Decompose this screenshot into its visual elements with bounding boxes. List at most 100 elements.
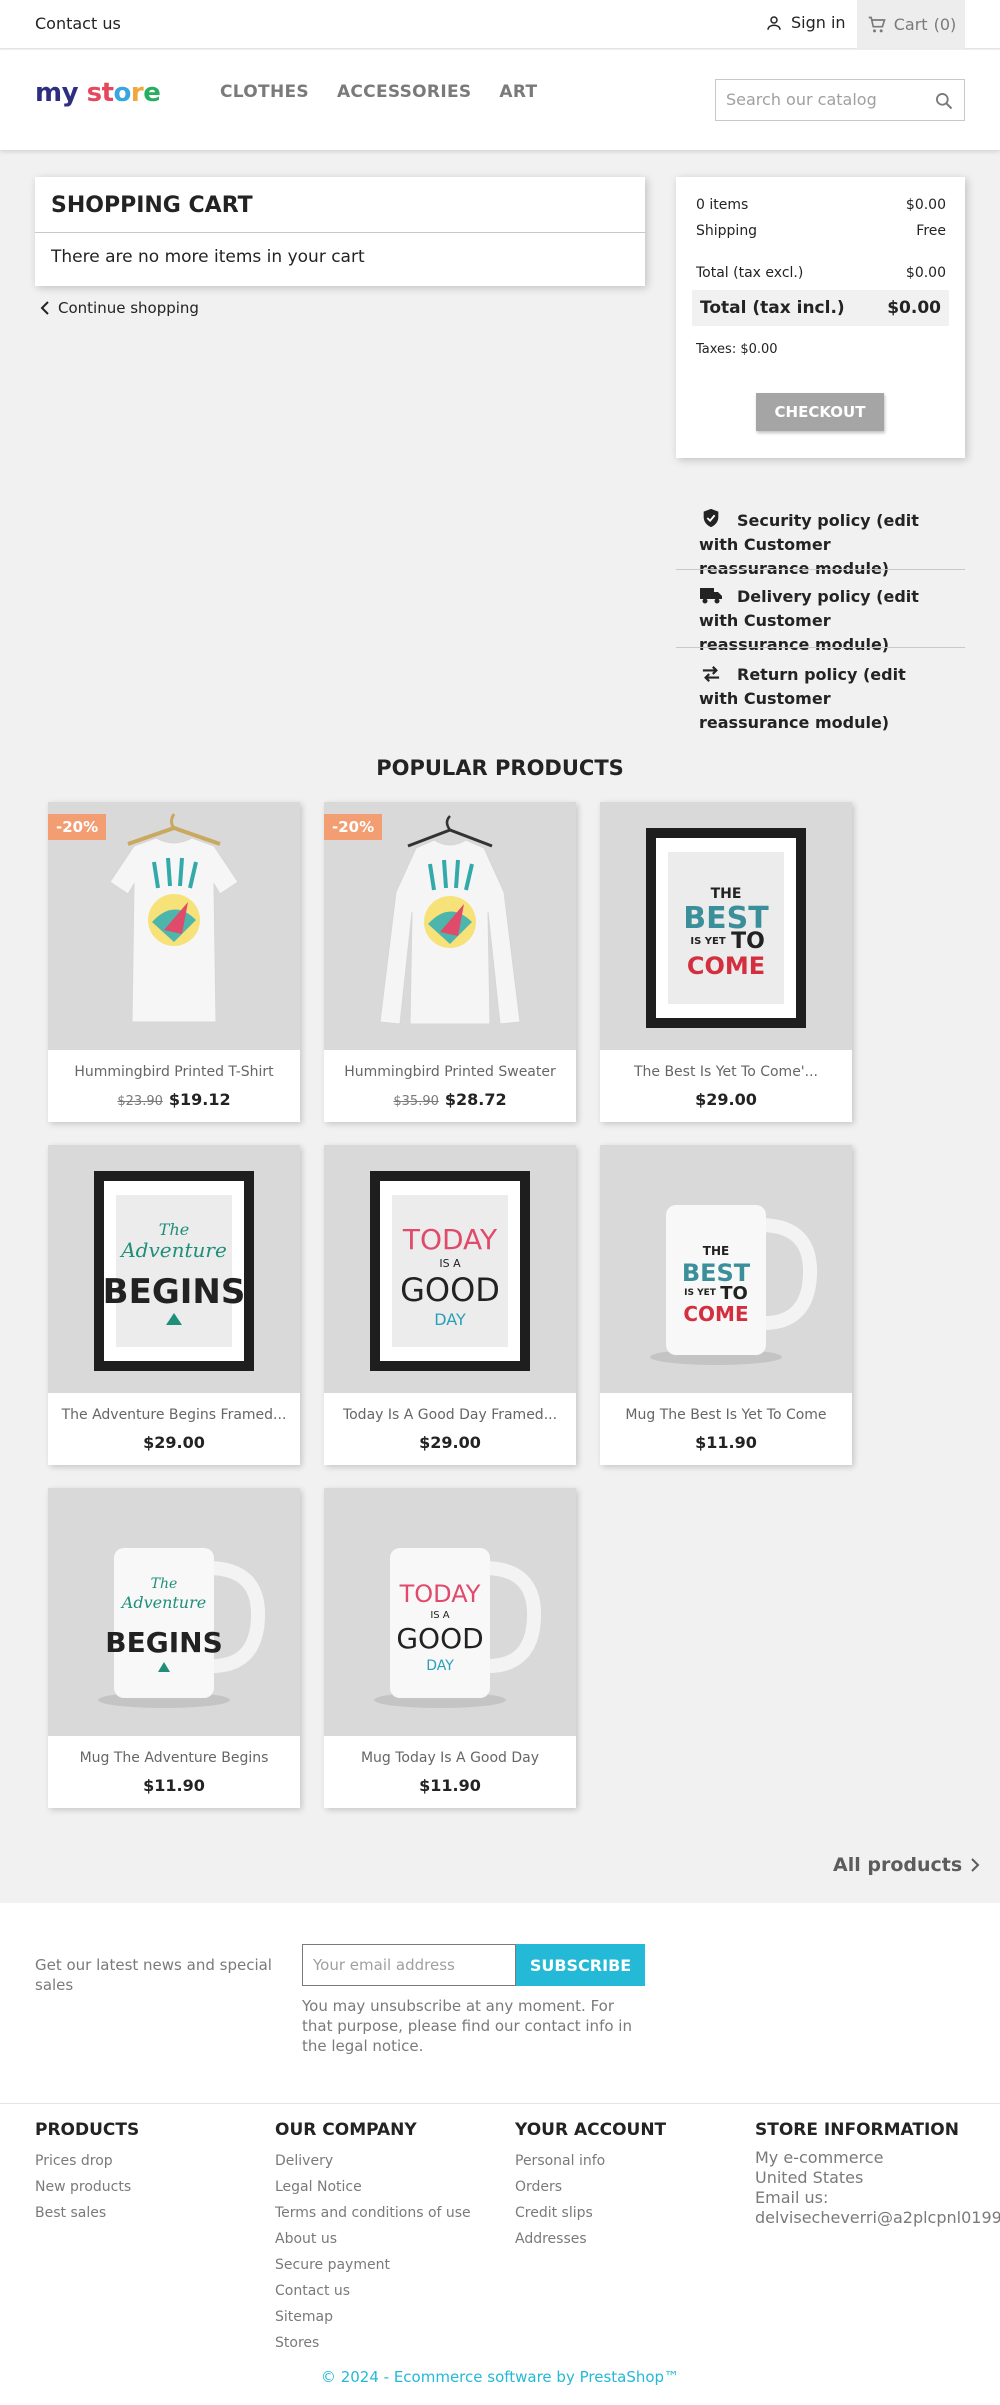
footer-link[interactable]: Delivery	[275, 2148, 471, 2174]
product-card[interactable]: -20% Hummingbird Printed T-Shirt $23.90 $…	[48, 802, 300, 1122]
footer-link[interactable]: Addresses	[515, 2226, 666, 2252]
poster-image: THE BEST IS YET TO COME	[646, 828, 806, 1028]
footer-link[interactable]: Personal info	[515, 2148, 666, 2174]
subscribe-button[interactable]: SUBSCRIBE	[516, 1944, 645, 1986]
top-bar: Contact us Sign in Cart (0)	[0, 0, 1000, 49]
product-name[interactable]: Today Is A Good Day Framed...	[324, 1407, 576, 1423]
poster-text: TO	[731, 929, 765, 954]
product-name[interactable]: Hummingbird Printed Sweater	[324, 1064, 576, 1080]
summary-total-row: Total (tax incl.) $0.00	[692, 290, 949, 326]
nav-accessories[interactable]: ACCESSORIES	[337, 82, 471, 102]
mug-text: TO	[720, 1283, 748, 1304]
footer-account-column: YOUR ACCOUNT Personal info Orders Credit…	[515, 2120, 666, 2252]
contact-us-link[interactable]: Contact us	[35, 14, 121, 33]
footer-products-column: PRODUCTS Prices drop New products Best s…	[35, 2120, 139, 2226]
footer-heading: PRODUCTS	[35, 2120, 140, 2140]
sign-in-link[interactable]: Sign in	[765, 13, 846, 32]
search-input[interactable]	[726, 90, 926, 109]
footer-link[interactable]: Sitemap	[275, 2304, 471, 2330]
poster-text: THE	[711, 886, 742, 902]
cart-title: SHOPPING CART	[51, 193, 253, 218]
mug-text: Adventure	[120, 1593, 206, 1612]
product-image[interactable]: THE BEST IS YET TO COME	[600, 802, 852, 1050]
nav-art[interactable]: ART	[499, 82, 537, 102]
product-card[interactable]: The Adventure BEGINS The Adventure Begin…	[48, 1145, 300, 1465]
all-products-label: All products	[833, 1854, 963, 1876]
product-image[interactable]: TODAY IS A GOOD DAY	[324, 1145, 576, 1393]
footer-link[interactable]: Terms and conditions of use	[275, 2200, 471, 2226]
shopping-cart-icon	[868, 16, 886, 32]
product-card[interactable]: TODAY IS A GOOD DAY Mug Today Is A Good …	[324, 1488, 576, 1808]
footer: PRODUCTS Prices drop New products Best s…	[0, 2103, 1000, 2405]
product-price: $29.00	[695, 1090, 757, 1109]
cart-empty-message: There are no more items in your cart	[51, 247, 365, 267]
mug-image: TODAY IS A GOOD DAY	[374, 1548, 542, 1708]
footer-heading: OUR COMPANY	[275, 2120, 417, 2140]
product-card[interactable]: The Adventure BEGINS Mug The Adventure B…	[48, 1488, 300, 1808]
product-name[interactable]: The Best Is Yet To Come'...	[600, 1064, 852, 1080]
product-card[interactable]: THE BEST IS YET TO COME Mug The Best Is …	[600, 1145, 852, 1465]
cart-label: Cart	[893, 15, 928, 34]
mug-image: The Adventure BEGINS	[98, 1548, 266, 1708]
newsletter-email-input[interactable]	[313, 1956, 503, 1974]
mug-text: The	[151, 1576, 178, 1592]
divider	[676, 647, 965, 648]
store-email[interactable]: delvisecheverri@a2plcpnl0199.pr	[755, 2208, 1000, 2228]
footer-link[interactable]: Secure payment	[275, 2252, 471, 2278]
user-icon	[767, 15, 781, 30]
poster-text: The	[159, 1220, 189, 1239]
regular-price: $23.90	[117, 1094, 163, 1109]
reassurance-return: Return policy (edit with Customer reassu…	[699, 665, 906, 732]
search-box	[715, 79, 965, 121]
footer-link[interactable]: Prices drop	[35, 2148, 139, 2174]
store-logo[interactable]: my store	[35, 78, 161, 108]
product-price: $29.00	[419, 1433, 481, 1452]
product-image[interactable]: The Adventure BEGINS	[48, 1488, 300, 1736]
product-name[interactable]: Mug Today Is A Good Day	[324, 1750, 576, 1766]
mug-text: TODAY	[399, 1580, 481, 1608]
copyright[interactable]: © 2024 - Ecommerce software by PrestaSho…	[0, 2368, 1000, 2386]
footer-link[interactable]: Legal Notice	[275, 2174, 471, 2200]
nav-clothes[interactable]: CLOTHES	[220, 82, 309, 102]
footer-link[interactable]: Stores	[275, 2330, 471, 2356]
reassurance-delivery: Delivery policy (edit with Customer reas…	[699, 587, 919, 654]
poster-text: BEGINS	[103, 1272, 246, 1312]
product-name[interactable]: Hummingbird Printed T-Shirt	[48, 1064, 300, 1080]
product-card[interactable]: THE BEST IS YET TO COME The Best Is Yet …	[600, 802, 852, 1122]
product-name[interactable]: The Adventure Begins Framed...	[48, 1407, 300, 1423]
all-products-link[interactable]: All products	[833, 1854, 980, 1876]
footer-link[interactable]: Orders	[515, 2174, 666, 2200]
product-image[interactable]: The Adventure BEGINS	[48, 1145, 300, 1393]
footer-link[interactable]: New products	[35, 2174, 139, 2200]
header: my store CLOTHES ACCESSORIES ART	[0, 50, 1000, 150]
footer-link[interactable]: Credit slips	[515, 2200, 666, 2226]
product-price: $23.90 $19.12	[48, 1090, 300, 1109]
main-nav: CLOTHES ACCESSORIES ART	[220, 82, 537, 102]
sign-in-label: Sign in	[791, 13, 846, 32]
continue-shopping-link[interactable]: Continue shopping	[40, 299, 199, 317]
product-name[interactable]: Mug The Best Is Yet To Come	[600, 1407, 852, 1423]
product-card[interactable]: TODAY IS A GOOD DAY Today Is A Good Day …	[324, 1145, 576, 1465]
newsletter-text: Get our latest news and special sales	[35, 1956, 272, 1994]
mug-text: BEGINS	[105, 1626, 222, 1659]
footer-link[interactable]: Contact us	[275, 2278, 471, 2304]
footer-link[interactable]: Best sales	[35, 2200, 139, 2226]
product-card[interactable]: -20% Hummingbird Printed Sweater $35.90 $…	[324, 802, 576, 1122]
cart-link[interactable]: Cart (0)	[857, 0, 965, 49]
store-info-line: My e-commerce	[755, 2148, 884, 2167]
footer-link[interactable]: About us	[275, 2226, 471, 2252]
product-image[interactable]: THE BEST IS YET TO COME	[600, 1145, 852, 1393]
mug-text: DAY	[426, 1658, 454, 1674]
swap-arrows-icon	[702, 666, 720, 682]
product-image[interactable]: TODAY IS A GOOD DAY	[324, 1488, 576, 1736]
summary-tax-excl-row: Total (tax excl.) $0.00	[696, 265, 946, 281]
search-icon[interactable]	[934, 91, 954, 111]
product-name[interactable]: Mug The Adventure Begins	[48, 1750, 300, 1766]
poster-text: COME	[687, 952, 765, 980]
mug-text: IS A	[430, 1610, 449, 1621]
checkout-button[interactable]: CHECKOUT	[756, 393, 884, 431]
footer-heading: STORE INFORMATION	[755, 2120, 959, 2140]
discount-badge: -20%	[324, 814, 383, 840]
product-price: $35.90 $28.72	[324, 1090, 576, 1109]
mug-text: GOOD	[396, 1622, 483, 1655]
